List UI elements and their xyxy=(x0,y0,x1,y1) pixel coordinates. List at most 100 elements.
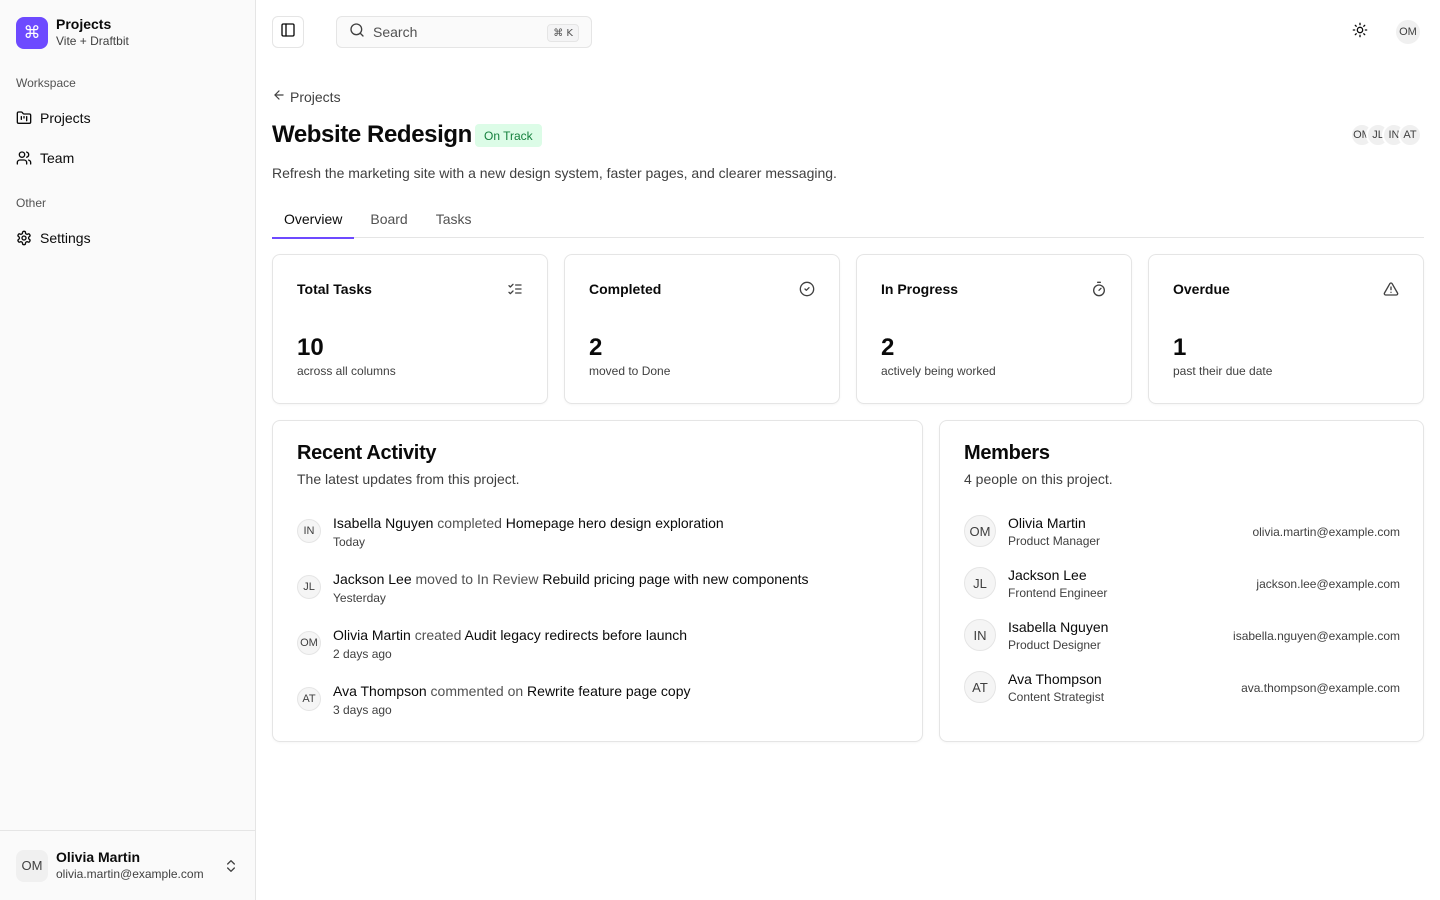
activity-text: Jackson Lee moved to In Review Rebuild p… xyxy=(333,571,809,587)
timer-icon xyxy=(1091,281,1107,297)
user-name: Olivia Martin xyxy=(56,849,141,865)
stat-card-overdue: Overdue 1 past their due date xyxy=(1148,254,1424,404)
activity-item: OM Olivia Martin created Audit legacy re… xyxy=(297,627,897,671)
sidebar-item-label: Team xyxy=(40,150,75,166)
member-avatar-stack[interactable]: OM JL IN AT xyxy=(1350,123,1422,147)
member-role: Product Manager xyxy=(1008,534,1101,548)
tab-overview[interactable]: Overview xyxy=(272,200,355,239)
activity-item: IN Isabella Nguyen completed Homepage he… xyxy=(297,515,897,559)
activity-verb: completed xyxy=(437,515,502,531)
panel-subtitle: 4 people on this project. xyxy=(964,471,1113,487)
stat-value: 1 xyxy=(1173,334,1187,361)
tab-board[interactable]: Board xyxy=(358,200,419,238)
activity-time: Today xyxy=(333,535,366,549)
search-icon xyxy=(349,22,365,43)
stat-card-total-tasks: Total Tasks 10 across all columns xyxy=(272,254,548,404)
activity-target[interactable]: Homepage hero design exploration xyxy=(506,515,724,531)
theme-toggle-button[interactable] xyxy=(1344,16,1376,48)
member-role: Frontend Engineer xyxy=(1008,586,1108,600)
brand-subtitle: Vite + Draftbit xyxy=(56,34,129,48)
arrow-left-icon xyxy=(272,88,286,105)
stat-card-completed: Completed 2 moved to Done xyxy=(564,254,840,404)
activity-time: 2 days ago xyxy=(333,647,392,661)
member-email: isabella.nguyen@example.com xyxy=(1233,629,1400,643)
activity-actor: Ava Thompson xyxy=(333,683,427,699)
member-row: OM Olivia Martin Product Manager olivia.… xyxy=(964,515,1400,549)
stat-value: 10 xyxy=(297,334,324,361)
breadcrumb[interactable]: Projects xyxy=(272,88,341,105)
avatar: IN xyxy=(297,519,321,543)
activity-target[interactable]: Rebuild pricing page with new components xyxy=(542,571,808,587)
avatar: AT xyxy=(297,687,321,711)
stat-title: Overdue xyxy=(1173,281,1230,297)
sidebar-item-settings[interactable]: Settings xyxy=(8,222,248,254)
sidebar: ⌘ Projects Vite + Draftbit Workspace Pro… xyxy=(0,0,256,900)
member-name: Jackson Lee xyxy=(1008,567,1087,583)
activity-actor: Jackson Lee xyxy=(333,571,412,587)
member-role: Content Strategist xyxy=(1008,690,1105,704)
member-row: JL Jackson Lee Frontend Engineer jackson… xyxy=(964,567,1400,601)
activity-target[interactable]: Rewrite feature page copy xyxy=(527,683,690,699)
activity-verb: moved to In Review xyxy=(415,571,539,587)
tab-bar: Overview Board Tasks xyxy=(272,200,1424,239)
member-email: olivia.martin@example.com xyxy=(1252,525,1400,539)
sidebar-item-label: Projects xyxy=(40,110,91,126)
recent-activity-panel: Recent Activity The latest updates from … xyxy=(272,420,923,742)
member-name: Olivia Martin xyxy=(1008,515,1086,531)
panel-left-icon xyxy=(280,22,296,43)
stat-card-in-progress: In Progress 2 actively being worked xyxy=(856,254,1132,404)
avatar: OM xyxy=(964,515,996,547)
nav-group-label-workspace: Workspace xyxy=(16,76,76,90)
sidebar-toggle-button[interactable] xyxy=(272,16,304,48)
sidebar-item-team[interactable]: Team xyxy=(8,142,248,174)
activity-text: Ava Thompson commented on Rewrite featur… xyxy=(333,683,690,699)
brand[interactable]: ⌘ Projects Vite + Draftbit xyxy=(16,16,129,49)
activity-verb: commented on xyxy=(430,683,524,699)
list-checks-icon xyxy=(507,281,523,297)
member-name: Ava Thompson xyxy=(1008,671,1102,687)
member-email: jackson.lee@example.com xyxy=(1256,577,1400,591)
member-name: Isabella Nguyen xyxy=(1008,619,1109,635)
circle-check-icon xyxy=(799,281,815,297)
chevrons-up-down-icon xyxy=(223,858,239,874)
avatar: OM xyxy=(297,631,321,655)
members-panel: Members 4 people on this project. OM Oli… xyxy=(939,420,1424,742)
sidebar-item-label: Settings xyxy=(40,230,91,246)
status-badge: On Track xyxy=(475,124,542,147)
sun-icon xyxy=(1352,22,1368,43)
user-menu[interactable]: OM Olivia Martin olivia.martin@example.c… xyxy=(0,830,255,900)
member-row: AT Ava Thompson Content Strategist ava.t… xyxy=(964,671,1400,705)
member-email: ava.thompson@example.com xyxy=(1241,681,1400,695)
warning-triangle-icon xyxy=(1383,281,1399,297)
command-icon: ⌘ xyxy=(16,16,48,49)
avatar: JL xyxy=(964,567,996,599)
brand-text: Projects Vite + Draftbit xyxy=(56,16,129,49)
stat-title: Total Tasks xyxy=(297,281,372,297)
stat-caption: across all columns xyxy=(297,364,396,378)
activity-target[interactable]: Audit legacy redirects before launch xyxy=(465,627,688,643)
user-info: Olivia Martin olivia.martin@example.com xyxy=(56,849,204,882)
avatar: AT xyxy=(1398,123,1422,147)
stat-title: In Progress xyxy=(881,281,959,297)
activity-actor: Isabella Nguyen xyxy=(333,515,434,531)
stat-title: Completed xyxy=(589,281,662,297)
users-icon xyxy=(16,150,32,166)
page-title: Website Redesign xyxy=(272,121,472,148)
breadcrumb-label: Projects xyxy=(290,88,341,105)
search-placeholder: Search xyxy=(373,24,418,40)
search-input[interactable]: Search ⌘ K xyxy=(336,16,592,48)
activity-item: AT Ava Thompson commented on Rewrite fea… xyxy=(297,683,897,727)
stat-caption: past their due date xyxy=(1173,364,1273,378)
sidebar-item-projects[interactable]: Projects xyxy=(8,102,248,134)
gear-icon xyxy=(16,230,32,246)
member-row: IN Isabella Nguyen Product Designer isab… xyxy=(964,619,1400,653)
avatar: IN xyxy=(964,619,996,651)
tab-tasks[interactable]: Tasks xyxy=(424,200,484,238)
page-description: Refresh the marketing site with a new de… xyxy=(272,165,837,181)
nav-group-label-other: Other xyxy=(16,196,47,210)
avatar[interactable]: OM xyxy=(1396,20,1420,44)
avatar: OM xyxy=(16,849,48,882)
panel-subtitle: The latest updates from this project. xyxy=(297,471,520,487)
user-email: olivia.martin@example.com xyxy=(56,867,204,881)
activity-text: Olivia Martin created Audit legacy redir… xyxy=(333,627,687,643)
